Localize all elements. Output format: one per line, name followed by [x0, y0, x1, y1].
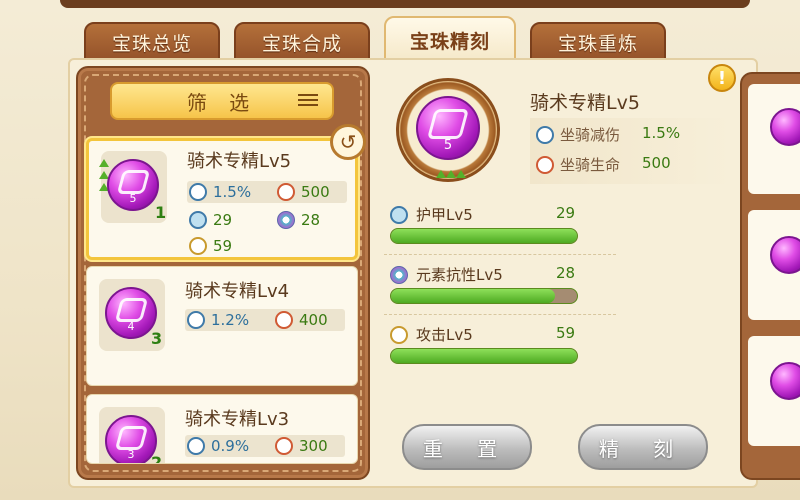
gem-icon: [770, 236, 800, 274]
gem-card-3[interactable]: 3 2 骑术专精Lv3 0.9% 300: [86, 394, 358, 464]
stat-life: 300: [275, 437, 328, 455]
gem-icon: [770, 362, 800, 400]
engrave-button[interactable]: 精 刻: [578, 424, 708, 470]
stat-mount: 1.5%: [189, 183, 251, 201]
stat-attack: 59: [189, 237, 232, 255]
upgrade-arrow-icon: [436, 170, 446, 178]
gem-card-2[interactable]: 4 3 骑术专精Lv4 1.2% 400: [86, 266, 358, 386]
engrave-stat-element: 元素抗性Lv5: [390, 264, 503, 285]
armor-icon: [189, 211, 207, 229]
stat-element: 28: [277, 211, 320, 229]
gem-count: 3: [151, 329, 163, 348]
tab-synthesis[interactable]: 宝珠合成: [234, 22, 370, 62]
gem-count: 1: [155, 203, 167, 222]
detail-title: 骑术专精Lv5: [530, 92, 640, 114]
info-icon[interactable]: !: [708, 64, 736, 92]
base-stat-life: 坐骑生命: [536, 154, 620, 175]
stat-life: 400: [275, 311, 328, 329]
gem-count: 2: [151, 453, 163, 464]
card-title: 骑术专精Lv4: [185, 281, 290, 302]
filter-button[interactable]: 筛 选: [110, 82, 334, 120]
tab-engrave[interactable]: 宝珠精刻: [384, 16, 516, 64]
upgrade-arrow-icon: [456, 170, 466, 178]
gem-icon: 4: [105, 287, 157, 339]
life-icon: [275, 311, 293, 329]
engrave-stat-element-value: 28: [556, 264, 576, 282]
engrave-stat-attack: 攻击Lv5: [390, 324, 473, 345]
filter-label: 筛 选: [186, 90, 258, 115]
attack-icon: [390, 325, 408, 344]
tab-overview[interactable]: 宝珠总览: [84, 22, 220, 62]
progress-armor: [390, 228, 578, 244]
upgrade-arrow-icon: [446, 170, 456, 178]
mount-icon: [187, 437, 205, 455]
progress-attack: [390, 348, 578, 364]
stat-life: 500: [277, 183, 330, 201]
refresh-icon[interactable]: ↺: [330, 124, 366, 160]
list-icon: [298, 94, 318, 108]
base-stat-mount-value: 1.5%: [642, 124, 681, 142]
engrave-stat-armor: 护甲Lv5: [390, 204, 473, 225]
tab-refine[interactable]: 宝珠重炼: [530, 22, 666, 62]
element-icon: [390, 265, 408, 284]
gem-card-1[interactable]: 5 1 骑术专精Lv5 1.5% 500 29 28 59: [86, 138, 358, 260]
stat-mount: 0.9%: [187, 437, 249, 455]
armor-icon: [390, 205, 408, 224]
life-icon: [277, 183, 295, 201]
mount-icon: [536, 125, 554, 144]
card-title: 骑术专精Lv3: [185, 409, 290, 430]
attack-icon: [189, 237, 207, 255]
life-icon: [536, 155, 554, 174]
progress-element: [390, 288, 578, 304]
reset-button[interactable]: 重 置: [402, 424, 532, 470]
stat-mount: 1.2%: [187, 311, 249, 329]
gem-icon: 5: [107, 159, 159, 211]
gem-icon: 3: [105, 415, 157, 463]
upgrade-arrow-icon: [99, 159, 109, 167]
stat-armor: 29: [189, 211, 232, 229]
gem-icon-large: 5: [416, 96, 480, 160]
base-stat-life-value: 500: [642, 154, 671, 172]
element-icon: [277, 211, 295, 229]
mount-icon: [187, 311, 205, 329]
gem-icon: [770, 108, 800, 146]
base-stat-mount: 坐骑减伤: [536, 124, 620, 145]
top-frame-edge: [60, 0, 750, 8]
card-title: 骑术专精Lv5: [187, 151, 292, 172]
engrave-stat-attack-value: 59: [556, 324, 576, 342]
life-icon: [275, 437, 293, 455]
engrave-stat-armor-value: 29: [556, 204, 576, 222]
mount-icon: [189, 183, 207, 201]
